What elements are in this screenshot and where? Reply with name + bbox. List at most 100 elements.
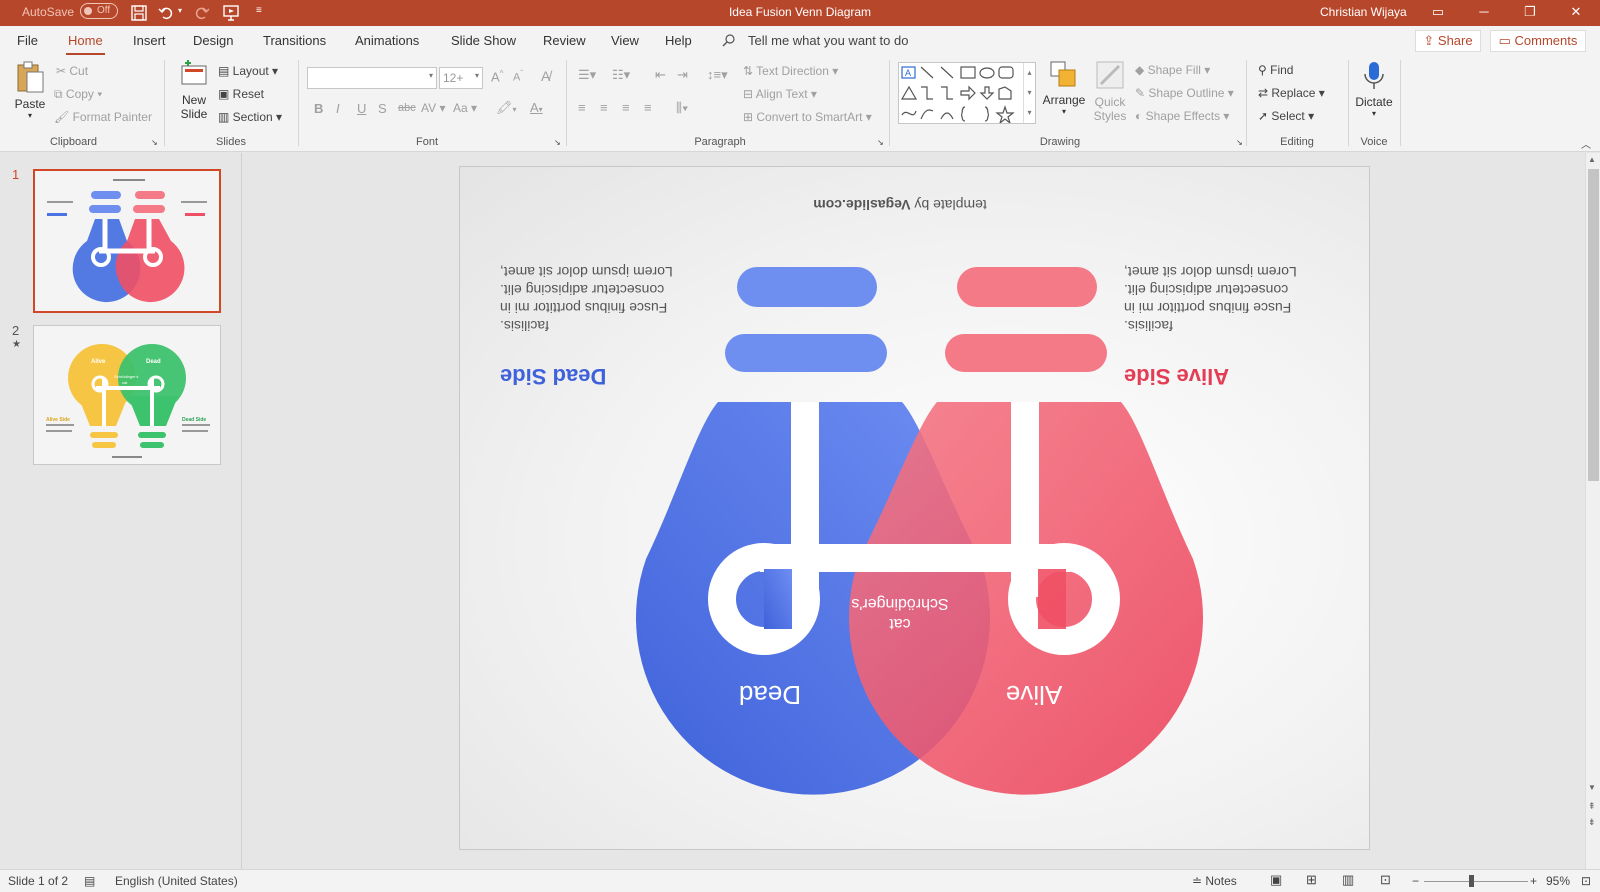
comments-button[interactable]: ▭ Comments [1490,30,1586,52]
select-button[interactable]: ➚ Select ▾ [1258,109,1314,123]
increase-font-icon[interactable]: A^ [491,69,503,84]
tab-help[interactable]: Help [665,33,692,48]
tab-file[interactable]: File [17,33,38,48]
right-body-line-1: Lorem ipsum dolor sit amet, [1124,264,1297,280]
fit-to-window-icon[interactable]: ⊡ [1581,874,1591,888]
scrollbar-thumb[interactable] [1588,169,1599,481]
slideshow-view-icon[interactable]: ⊡ [1380,872,1391,888]
font-size-combo[interactable]: 12+ ▾ [439,67,483,89]
highlight-color-icon[interactable]: 🖍▾ [496,100,517,116]
bold-button[interactable]: B [314,101,323,116]
align-left-icon[interactable]: ≡ [578,100,586,115]
character-spacing-button[interactable]: AV ▾ [421,101,445,115]
decrease-font-icon[interactable]: Aˇ [513,69,523,84]
quick-styles-button[interactable]: Quick Styles [1090,60,1130,132]
increase-indent-icon[interactable]: ⇥ [677,67,688,83]
user-name[interactable]: Christian Wijaya [1320,5,1407,19]
arrange-icon [1050,61,1076,87]
replace-button[interactable]: ⇄ Replace ▾ [1258,86,1325,100]
drawing-launcher-icon[interactable]: ↘ [1236,138,1243,147]
tab-view[interactable]: View [611,33,639,48]
zoom-slider-thumb[interactable] [1469,875,1474,887]
font-launcher-icon[interactable]: ↘ [554,138,561,147]
font-color-icon[interactable]: A▾ [530,100,543,115]
decrease-indent-icon[interactable]: ⇤ [655,67,666,83]
line-spacing-icon[interactable]: ↕≡▾ [707,67,728,83]
arrange-button[interactable]: Arrange ▾ [1042,60,1086,132]
zoom-in-icon[interactable]: + [1530,874,1537,888]
lightbulb-search-icon[interactable] [722,34,736,48]
layout-button[interactable]: ▤ Layout ▾ [218,64,278,78]
language-indicator[interactable]: English (United States) [115,874,238,888]
dictate-button[interactable]: Dictate ▾ [1352,60,1396,132]
slide-thumbnail-1[interactable] [33,169,221,313]
shape-outline-button[interactable]: ✎ Shape Outline ▾ [1135,86,1234,100]
strikethrough-button[interactable]: abc [398,102,416,114]
zoom-out-icon[interactable]: − [1412,874,1419,888]
scroll-up-icon[interactable]: ▲ [1588,155,1596,164]
numbering-icon[interactable]: ☷▾ [612,67,630,83]
zoom-slider-track[interactable] [1424,881,1528,882]
scroll-down-icon[interactable]: ▼ [1588,783,1596,792]
font-name-combo[interactable]: ▾ [307,67,437,89]
tab-transitions[interactable]: Transitions [263,33,326,48]
text-direction-button[interactable]: ⇅ Text Direction ▾ [743,64,838,78]
spellcheck-icon[interactable]: ▤ [84,874,95,888]
format-painter-button[interactable]: 🖌 Format Painter [54,110,152,124]
tab-home[interactable]: Home [66,33,105,55]
reset-button[interactable]: ▣ Reset [218,87,264,101]
paragraph-launcher-icon[interactable]: ↘ [877,138,884,147]
share-button[interactable]: ⇪ Share [1415,30,1481,52]
text-direction-icon: ⇅ [743,64,757,78]
shape-effects-button[interactable]: ◐ Shape Effects ▾ [1135,109,1229,123]
underline-button[interactable]: U [357,101,366,116]
bullets-icon[interactable]: ☰▾ [578,67,596,83]
find-button[interactable]: ⚲ Find [1258,63,1293,77]
align-center-icon[interactable]: ≡ [600,100,608,115]
tab-animations[interactable]: Animations [355,33,419,48]
paste-button[interactable]: Paste ▾ [12,60,48,130]
change-case-label: Aa [453,101,468,115]
italic-button[interactable]: I [336,101,340,116]
tab-insert[interactable]: Insert [133,33,166,48]
tell-me-input[interactable]: Tell me what you want to do [748,33,908,48]
zoom-level[interactable]: 95% [1546,874,1570,888]
tab-slide-show[interactable]: Slide Show [451,33,516,48]
convert-smartart-label: Convert to SmartArt [756,110,863,124]
tab-review[interactable]: Review [543,33,586,48]
notes-button[interactable]: ≐ Notes [1192,874,1237,888]
align-text-button[interactable]: ⊟ Align Text ▾ [743,87,817,101]
clipboard-launcher-icon[interactable]: ↘ [151,138,158,147]
next-slide-icon[interactable]: ⇟ [1588,817,1596,828]
vertical-scrollbar[interactable]: ▲ ▼ ⇞ ⇟ [1585,153,1600,869]
shape-fill-button[interactable]: ◆ Shape Fill ▾ [1135,63,1210,77]
normal-view-icon[interactable]: ▣ [1270,872,1282,888]
shapes-gallery[interactable]: A ▴ ▾ ▾ [898,62,1036,125]
slide-thumbnail-2[interactable]: Alive Dead Schrödinger's cat Alive Side … [33,325,221,465]
restore-icon[interactable]: ❐ [1507,0,1553,26]
previous-slide-icon[interactable]: ⇞ [1588,801,1596,812]
credit-brand: Vegaslide.com [813,197,911,213]
convert-smartart-button[interactable]: ⊞ Convert to SmartArt ▾ [743,110,872,124]
align-right-icon[interactable]: ≡ [622,100,630,115]
minimize-icon[interactable]: ─ [1461,0,1507,26]
cut-button[interactable]: ✂ Cut [56,64,88,78]
collapse-ribbon-icon[interactable]: ︿ [1581,136,1591,151]
new-slide-button[interactable]: New Slide [174,60,214,130]
close-icon[interactable]: ✕ [1553,0,1599,26]
chevron-down-icon: ▾ [428,71,433,80]
ribbon-display-options-icon[interactable]: ▭ [1415,0,1461,26]
slide-sorter-icon[interactable]: ⊞ [1306,872,1317,888]
reading-view-icon[interactable]: ▥ [1342,872,1354,888]
justify-icon[interactable]: ≡ [644,100,652,115]
section-button[interactable]: ▥ Section ▾ [218,110,282,124]
columns-icon[interactable]: ⫼▾ [676,100,688,116]
tab-design[interactable]: Design [193,33,233,48]
text-shadow-button[interactable]: S [378,101,387,116]
clear-formatting-icon[interactable]: A̸ [541,68,550,84]
slide-canvas[interactable]: template by Vegaslide.com facilisis. Fus… [459,166,1370,850]
change-case-button[interactable]: Aa ▾ [453,101,477,115]
gallery-scroll-icon[interactable]: ▴ ▾ ▾ [1023,63,1035,123]
slide-thumbnail-pane: 1 2 ★ Alive Dead Schrödinger's cat Alive… [0,153,242,869]
copy-button[interactable]: ⧉ Copy ▾ [54,87,102,102]
